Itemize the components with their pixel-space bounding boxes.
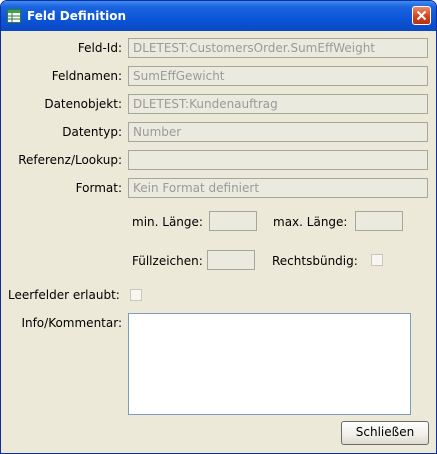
- leerfelder-erlaubt-checkbox[interactable]: [130, 289, 142, 301]
- fuellzeichen-field[interactable]: [207, 250, 255, 270]
- info-kommentar-textarea[interactable]: [128, 313, 411, 415]
- max-laenge-field[interactable]: [355, 211, 403, 231]
- table-icon: [7, 9, 21, 23]
- leerfelder-erlaubt-label: Leerfelder erlaubt:: [8, 288, 120, 302]
- feld-definition-dialog: Feld Definition Feld-Id: DLETEST:Custome…: [0, 0, 437, 454]
- fuellzeichen-label: Füllzeichen:: [132, 254, 203, 268]
- feld-id-field[interactable]: DLETEST:CustomersOrder.SumEffWeight: [128, 38, 428, 58]
- schliessen-button[interactable]: Schließen: [341, 421, 429, 445]
- min-laenge-label: min. Länge:: [132, 215, 203, 229]
- format-label: Format:: [75, 181, 122, 195]
- title-bar[interactable]: Feld Definition: [1, 1, 436, 31]
- dialog-content: Feld-Id: DLETEST:CustomersOrder.SumEffWe…: [4, 31, 433, 452]
- feldnamen-field[interactable]: SumEffGewicht: [128, 66, 428, 86]
- min-laenge-field[interactable]: [209, 211, 257, 231]
- close-button[interactable]: [412, 6, 431, 25]
- close-icon: [416, 10, 427, 21]
- datenobjekt-field[interactable]: DLETEST:Kundenauftrag: [128, 94, 428, 114]
- datenobjekt-label: Datenobjekt:: [44, 97, 122, 111]
- datentyp-label: Datentyp:: [62, 125, 122, 139]
- rechtsbuendig-checkbox[interactable]: [371, 254, 383, 266]
- info-kommentar-label: Info/Kommentar:: [21, 316, 122, 330]
- feld-id-label: Feld-Id:: [77, 41, 122, 55]
- referenz-lookup-label: Referenz/Lookup:: [18, 153, 122, 167]
- referenz-lookup-field[interactable]: [128, 150, 428, 170]
- window-title: Feld Definition: [27, 9, 127, 23]
- rechtsbuendig-label: Rechtsbündig:: [272, 254, 358, 268]
- max-laenge-label: max. Länge:: [273, 215, 348, 229]
- feldnamen-label: Feldnamen:: [51, 69, 122, 83]
- datentyp-field[interactable]: Number: [128, 122, 428, 142]
- format-field[interactable]: Kein Format definiert: [128, 178, 428, 198]
